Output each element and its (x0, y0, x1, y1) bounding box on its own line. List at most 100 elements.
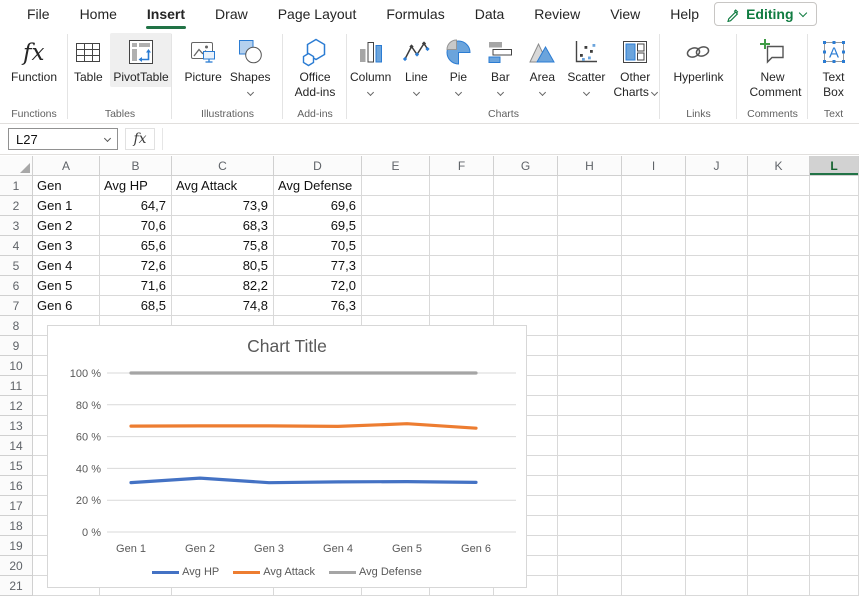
cell-A5[interactable]: Gen 4 (33, 256, 100, 276)
row-header-12[interactable]: 12 (0, 396, 33, 416)
cell-J12[interactable] (686, 396, 748, 416)
row-header-2[interactable]: 2 (0, 196, 33, 216)
cell-G1[interactable] (494, 176, 558, 196)
formula-input[interactable] (162, 128, 859, 150)
row-header-13[interactable]: 13 (0, 416, 33, 436)
cell-H2[interactable] (558, 196, 622, 216)
row-header-20[interactable]: 20 (0, 556, 33, 576)
menu-tab-draw[interactable]: Draw (200, 1, 263, 27)
cell-L3[interactable] (810, 216, 859, 236)
cell-I2[interactable] (622, 196, 686, 216)
cell-K8[interactable] (748, 316, 810, 336)
cell-I20[interactable] (622, 556, 686, 576)
cell-E4[interactable] (362, 236, 430, 256)
cell-I10[interactable] (622, 356, 686, 376)
cell-A7[interactable]: Gen 6 (33, 296, 100, 316)
cell-E5[interactable] (362, 256, 430, 276)
column-chart-button[interactable]: Column (347, 33, 394, 97)
cell-L15[interactable] (810, 456, 859, 476)
cell-I19[interactable] (622, 536, 686, 556)
column-header-F[interactable]: F (430, 156, 494, 176)
cell-J18[interactable] (686, 516, 748, 536)
cell-L2[interactable] (810, 196, 859, 216)
cell-C1[interactable]: Avg Attack (172, 176, 274, 196)
cell-K9[interactable] (748, 336, 810, 356)
menu-tab-review[interactable]: Review (519, 1, 595, 27)
cell-L19[interactable] (810, 536, 859, 556)
column-header-A[interactable]: A (33, 156, 100, 176)
table-button[interactable]: Table (68, 33, 108, 87)
cell-K18[interactable] (748, 516, 810, 536)
cell-K17[interactable] (748, 496, 810, 516)
cell-D5[interactable]: 77,3 (274, 256, 362, 276)
cell-H9[interactable] (558, 336, 622, 356)
cell-K6[interactable] (748, 276, 810, 296)
row-header-6[interactable]: 6 (0, 276, 33, 296)
area-chart-button[interactable]: Area (522, 33, 562, 97)
row-header-19[interactable]: 19 (0, 536, 33, 556)
row-header-3[interactable]: 3 (0, 216, 33, 236)
cell-I18[interactable] (622, 516, 686, 536)
row-header-16[interactable]: 16 (0, 476, 33, 496)
function-button[interactable]: fx Function (8, 33, 60, 87)
row-header-8[interactable]: 8 (0, 316, 33, 336)
cell-K3[interactable] (748, 216, 810, 236)
cell-J11[interactable] (686, 376, 748, 396)
cell-K14[interactable] (748, 436, 810, 456)
cell-J14[interactable] (686, 436, 748, 456)
menu-tab-file[interactable]: File (12, 1, 65, 27)
cell-D6[interactable]: 72,0 (274, 276, 362, 296)
column-header-L[interactable]: L (810, 156, 859, 176)
text-box-button[interactable]: A Text Box (814, 33, 854, 102)
cell-L8[interactable] (810, 316, 859, 336)
cell-I3[interactable] (622, 216, 686, 236)
cell-C5[interactable]: 80,5 (172, 256, 274, 276)
cell-G7[interactable] (494, 296, 558, 316)
cell-F3[interactable] (430, 216, 494, 236)
cell-H5[interactable] (558, 256, 622, 276)
cell-G6[interactable] (494, 276, 558, 296)
cell-A2[interactable]: Gen 1 (33, 196, 100, 216)
row-header-9[interactable]: 9 (0, 336, 33, 356)
cell-L20[interactable] (810, 556, 859, 576)
cell-L7[interactable] (810, 296, 859, 316)
cell-B5[interactable]: 72,6 (100, 256, 172, 276)
select-all-corner[interactable] (0, 156, 33, 176)
cell-F7[interactable] (430, 296, 494, 316)
row-header-18[interactable]: 18 (0, 516, 33, 536)
cell-G4[interactable] (494, 236, 558, 256)
cell-B3[interactable]: 70,6 (100, 216, 172, 236)
row-header-21[interactable]: 21 (0, 576, 33, 596)
cell-F4[interactable] (430, 236, 494, 256)
cell-L17[interactable] (810, 496, 859, 516)
cell-K15[interactable] (748, 456, 810, 476)
cell-G3[interactable] (494, 216, 558, 236)
cell-H1[interactable] (558, 176, 622, 196)
cell-L5[interactable] (810, 256, 859, 276)
column-header-D[interactable]: D (274, 156, 362, 176)
cell-J20[interactable] (686, 556, 748, 576)
cell-A6[interactable]: Gen 5 (33, 276, 100, 296)
cell-C6[interactable]: 82,2 (172, 276, 274, 296)
menu-tab-data[interactable]: Data (460, 1, 520, 27)
row-header-17[interactable]: 17 (0, 496, 33, 516)
column-header-G[interactable]: G (494, 156, 558, 176)
pie-chart-button[interactable]: Pie (438, 33, 478, 97)
shapes-button[interactable]: Shapes (227, 33, 274, 97)
cell-H6[interactable] (558, 276, 622, 296)
cell-F6[interactable] (430, 276, 494, 296)
cell-I11[interactable] (622, 376, 686, 396)
cell-G2[interactable] (494, 196, 558, 216)
cell-J19[interactable] (686, 536, 748, 556)
cell-J6[interactable] (686, 276, 748, 296)
cell-L14[interactable] (810, 436, 859, 456)
cell-J1[interactable] (686, 176, 748, 196)
cell-L16[interactable] (810, 476, 859, 496)
cell-K20[interactable] (748, 556, 810, 576)
cell-J10[interactable] (686, 356, 748, 376)
cell-J3[interactable] (686, 216, 748, 236)
menu-tab-view[interactable]: View (595, 1, 655, 27)
cell-L4[interactable] (810, 236, 859, 256)
cell-E6[interactable] (362, 276, 430, 296)
cell-H12[interactable] (558, 396, 622, 416)
